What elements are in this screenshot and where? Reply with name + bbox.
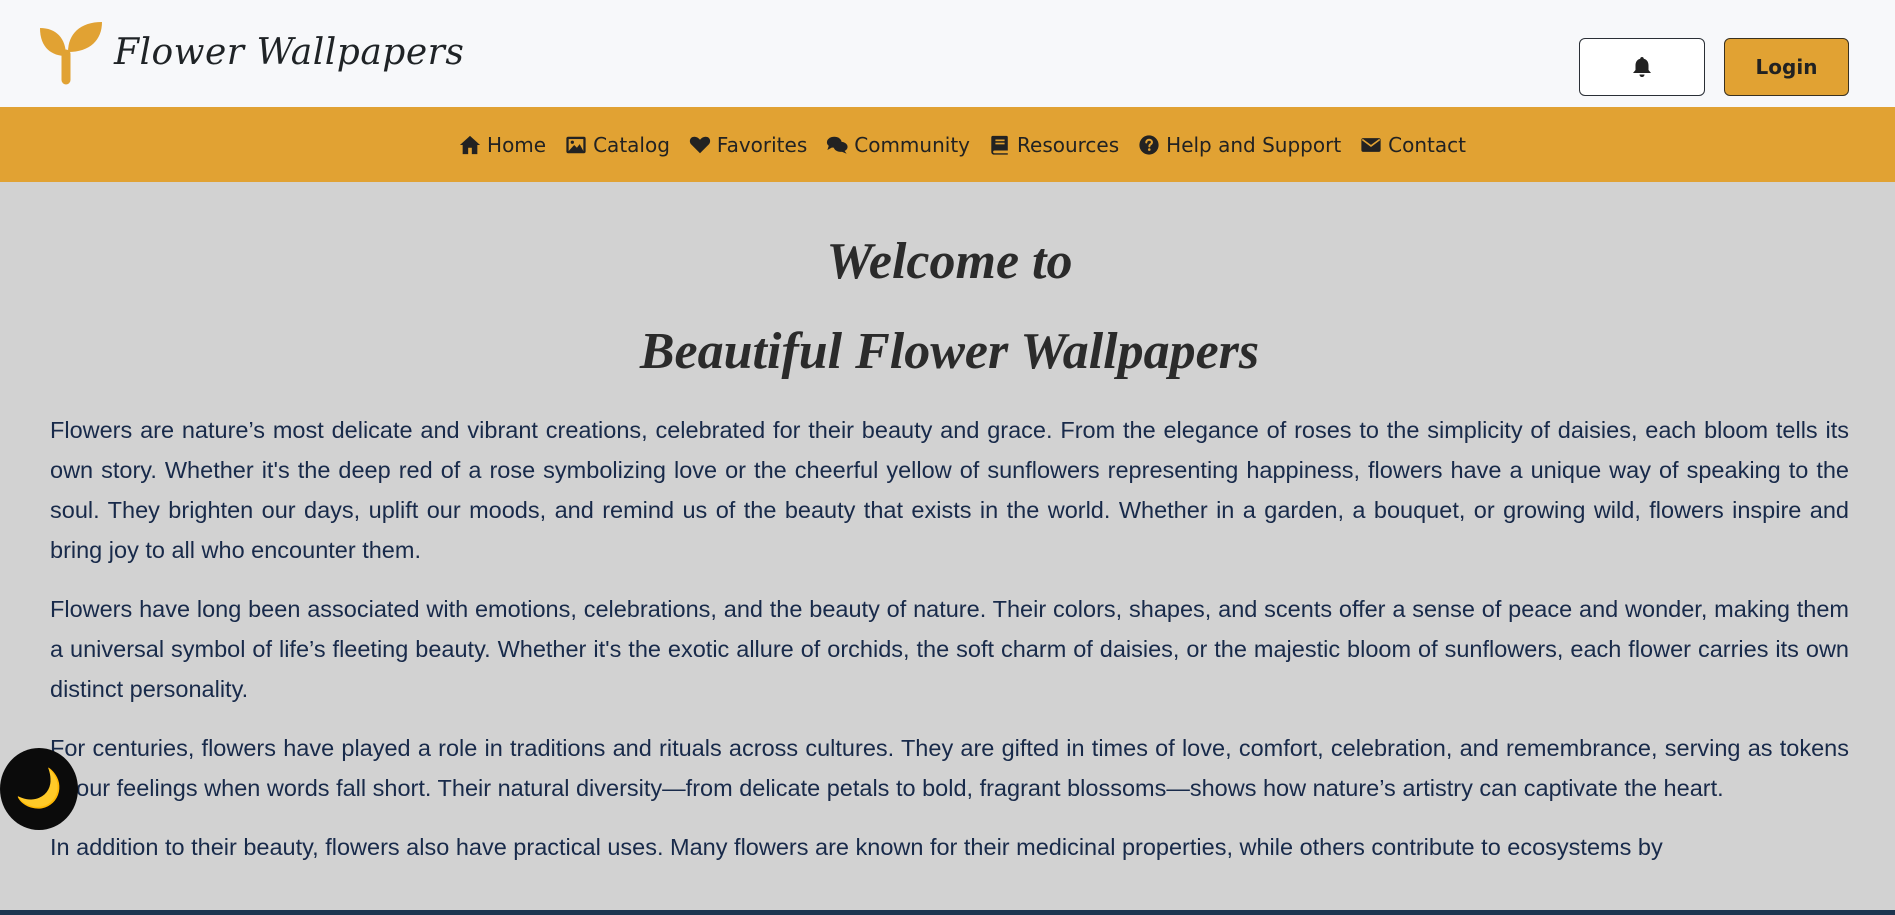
paragraph: Flowers are nature’s most delicate and v…	[50, 417, 1849, 563]
nav-favorites[interactable]: Favorites	[689, 133, 807, 157]
heart-icon	[689, 136, 711, 153]
nav-home[interactable]: Home	[459, 133, 546, 157]
logo-text: Flower Wallpapers	[114, 31, 465, 73]
comments-icon	[827, 136, 848, 154]
sprout-icon	[40, 22, 102, 85]
main-content: Welcome to Beautiful Flower Wallpapers F…	[50, 182, 1849, 886]
envelope-icon	[1361, 137, 1381, 152]
notifications-button[interactable]	[1579, 38, 1705, 96]
top-header: Flower Wallpapers Login	[0, 0, 1895, 107]
question-circle-icon	[1139, 134, 1159, 155]
nav-home-label: Home	[487, 132, 547, 157]
nav-contact[interactable]: Contact	[1360, 133, 1466, 157]
paragraph: For centuries, flowers have played a rol…	[50, 735, 1849, 801]
bottom-border	[0, 910, 1895, 915]
nav-contact-label: Contact	[1388, 132, 1466, 157]
page-title-line1: Welcome to	[826, 233, 1073, 290]
nav-catalog[interactable]: Catalog	[565, 133, 670, 157]
nav-help-support[interactable]: Help and Support	[1138, 133, 1341, 157]
bell-icon	[1633, 57, 1651, 77]
page-title-line2: Beautiful Flower Wallpapers	[639, 323, 1260, 380]
nav-community[interactable]: Community	[826, 133, 970, 157]
nav-resources[interactable]: Resources	[989, 133, 1119, 157]
intro-paragraphs: Flowers are nature’s most delicate and v…	[50, 410, 1849, 867]
site-logo[interactable]: Flower Wallpapers	[38, 18, 464, 86]
moon-icon: 🌙	[15, 768, 63, 810]
paragraph: Flowers have long been associated with e…	[50, 596, 1849, 702]
nav-catalog-label: Catalog	[593, 132, 670, 157]
nav-help-support-label: Help and Support	[1166, 132, 1342, 157]
home-icon	[459, 135, 481, 154]
image-icon	[566, 136, 586, 153]
main-navigation: Home Catalog Favorites Community Resourc…	[0, 107, 1895, 182]
paragraph: In addition to their beauty, flowers als…	[50, 834, 1663, 860]
book-icon	[991, 135, 1008, 155]
nav-community-label: Community	[854, 132, 971, 157]
theme-toggle-button[interactable]: 🌙	[0, 748, 78, 830]
nav-resources-label: Resources	[1017, 132, 1120, 157]
login-button[interactable]: Login	[1724, 38, 1849, 96]
nav-favorites-label: Favorites	[716, 132, 808, 157]
